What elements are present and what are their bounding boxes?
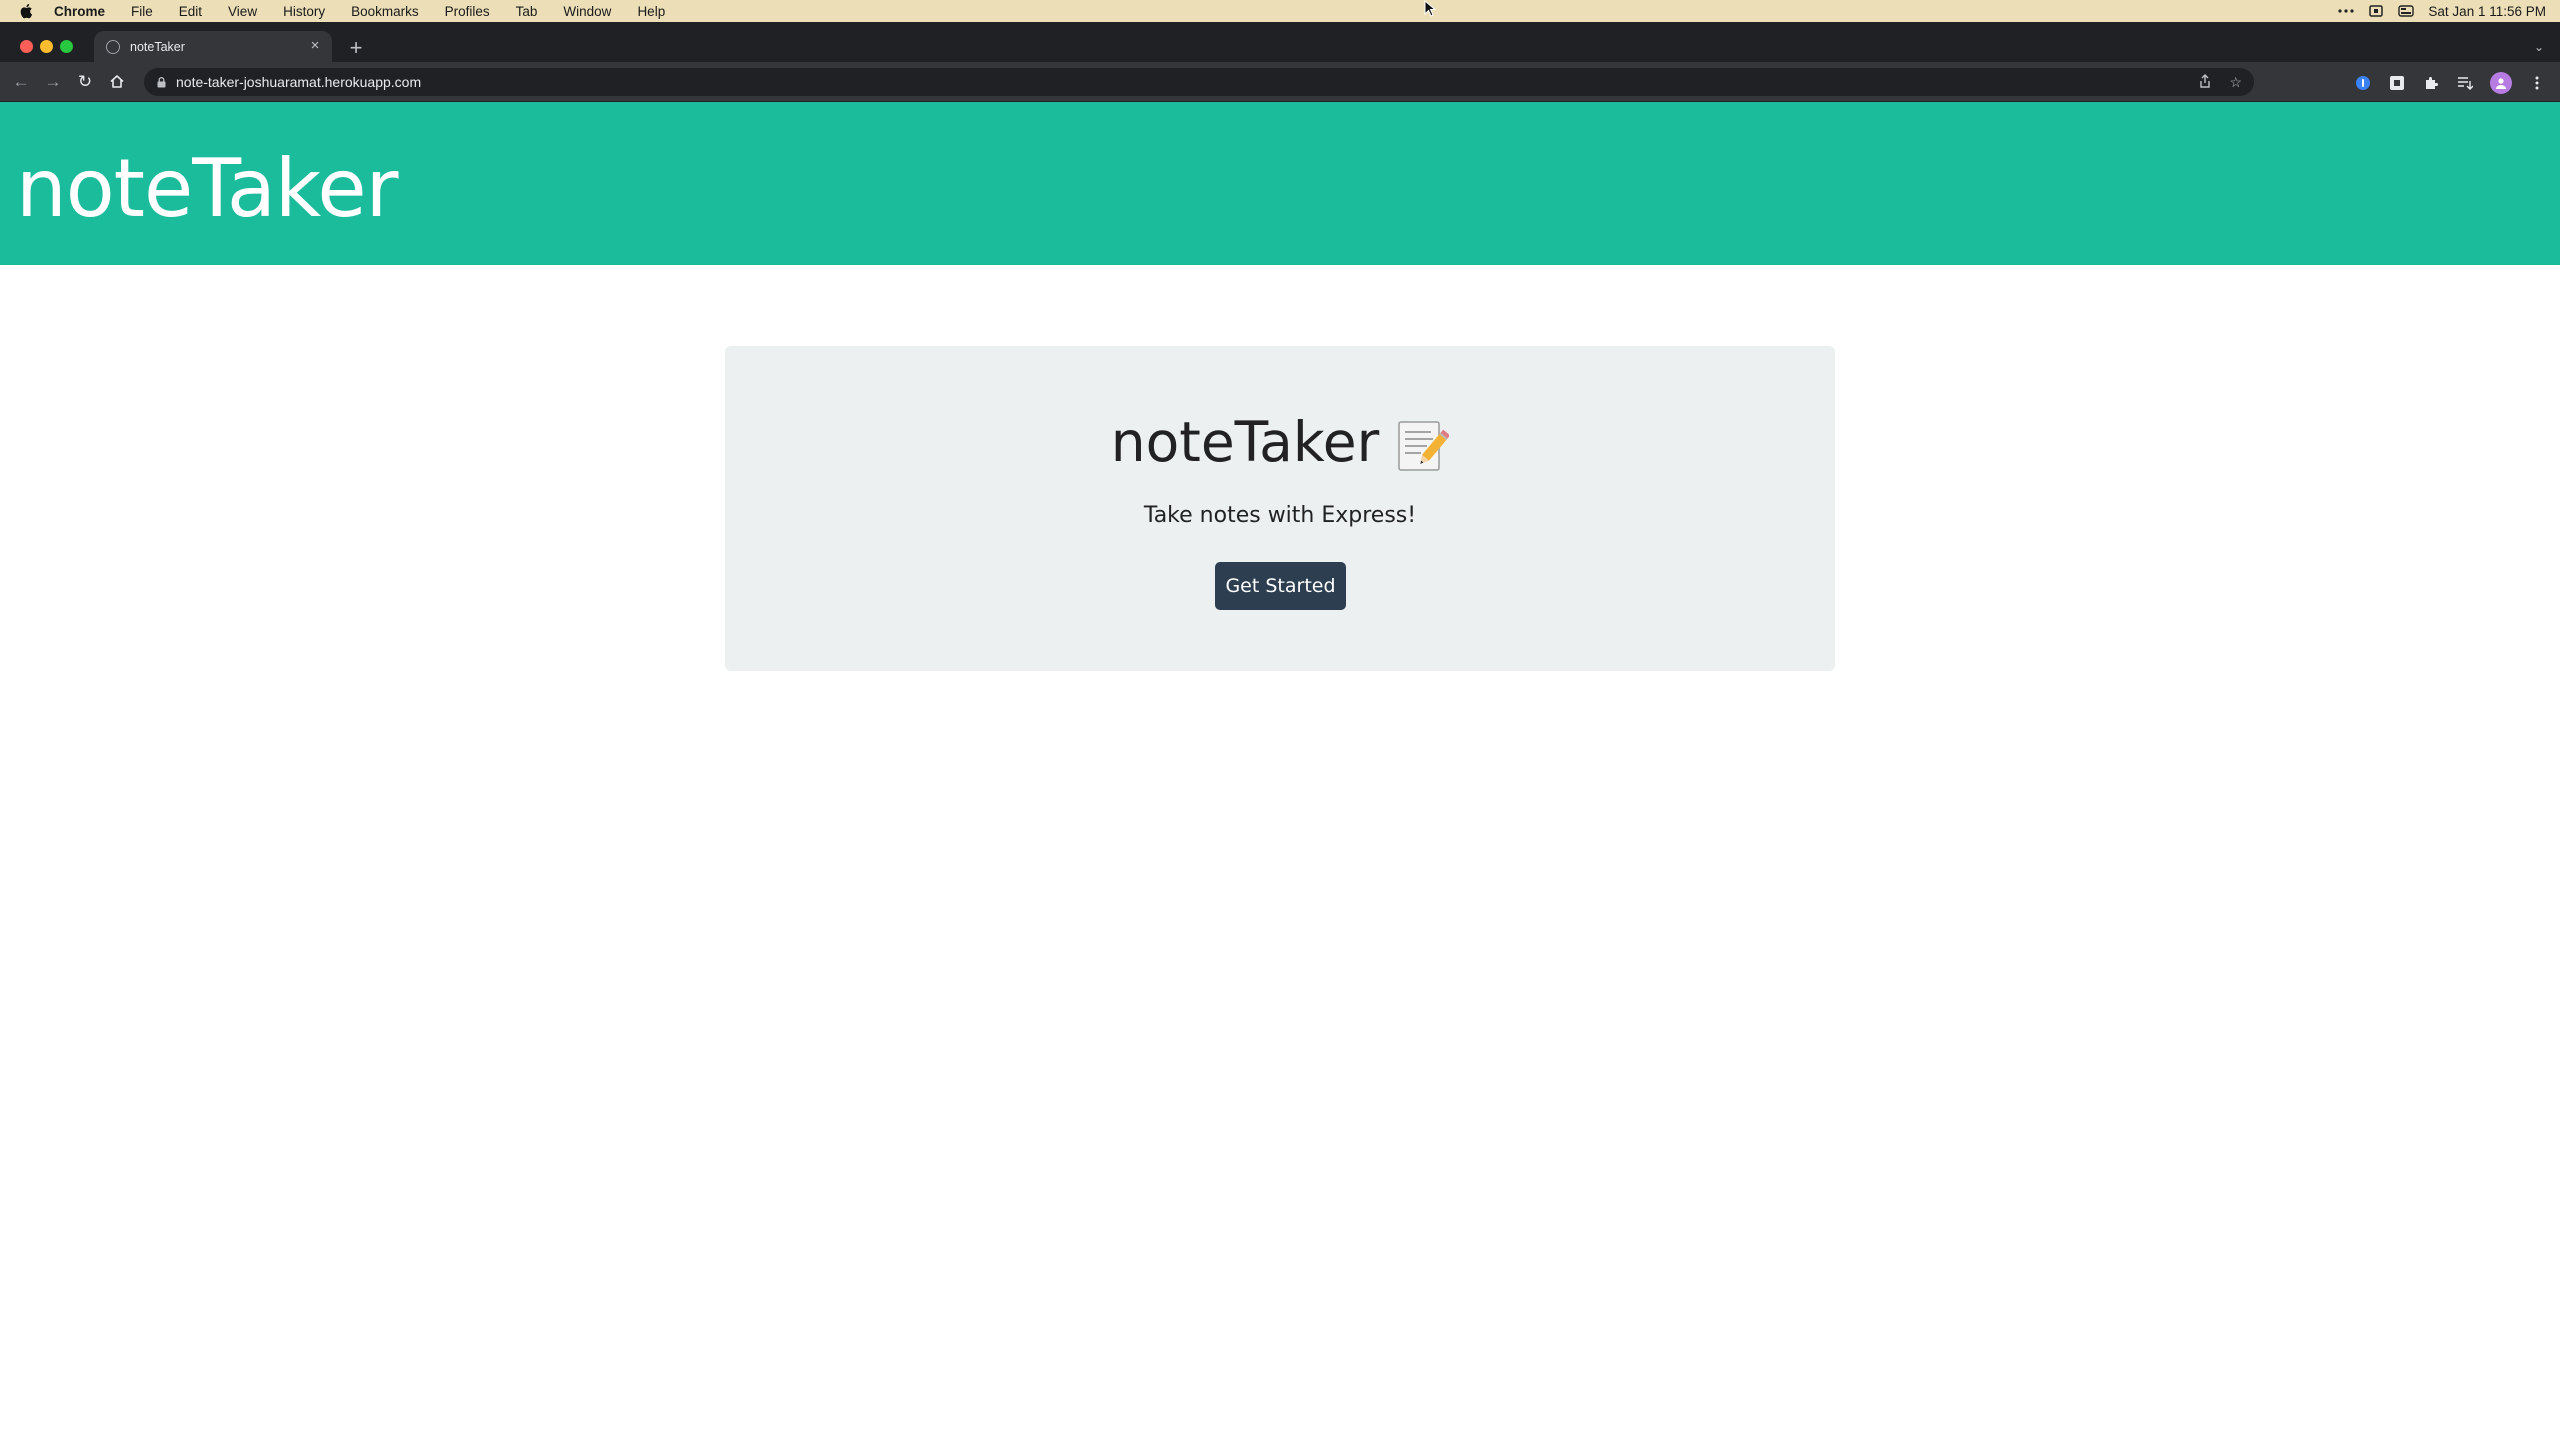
tab-search-chevron-icon[interactable]: ⌄ (2532, 40, 2546, 54)
back-arrow-icon[interactable]: ← (10, 71, 32, 93)
hero-jumbotron: noteTaker Take notes with Express! Get S… (725, 346, 1835, 671)
menu-app-chrome[interactable]: Chrome (54, 4, 105, 19)
forward-arrow-icon[interactable]: → (42, 71, 64, 93)
extensions-puzzle-icon[interactable] (2422, 74, 2440, 92)
new-tab-plus-icon[interactable]: + (346, 37, 366, 59)
reading-list-icon[interactable] (2456, 74, 2474, 92)
minimize-window-button[interactable] (40, 40, 53, 53)
menu-tab[interactable]: Tab (516, 4, 538, 19)
web-page-viewport: noteTaker noteTaker Take notes with Expr… (0, 102, 2560, 1440)
profile-avatar[interactable] (2490, 72, 2512, 94)
home-icon[interactable] (106, 71, 128, 93)
bookmark-star-icon[interactable]: ☆ (2229, 74, 2242, 91)
browser-tab-strip: noteTaker × + ⌄ (0, 22, 2560, 62)
extension-icons (2354, 72, 2546, 94)
screen-record-icon[interactable] (2368, 5, 2384, 17)
omnibox-actions: ☆ (2199, 74, 2242, 91)
globe-favicon-icon (106, 39, 120, 54)
app-navbar: noteTaker (0, 102, 2560, 265)
address-bar[interactable]: note-taker-joshuaramat.herokuapp.com ☆ (144, 68, 2254, 96)
navbar-brand[interactable]: noteTaker (16, 142, 398, 235)
browser-tab-active[interactable]: noteTaker × (94, 31, 332, 62)
menu-bookmarks[interactable]: Bookmarks (351, 4, 419, 19)
menu-bar-clock[interactable]: Sat Jan 1 11:56 PM (2428, 4, 2546, 19)
menu-bar-status-area: Sat Jan 1 11:56 PM (2338, 0, 2546, 22)
menu-help[interactable]: Help (637, 4, 665, 19)
window-controls (0, 40, 80, 54)
memo-pencil-icon (1393, 418, 1451, 474)
mouse-cursor-icon (1424, 0, 1437, 18)
hero-title-row: noteTaker (725, 410, 1835, 474)
menu-profiles[interactable]: Profiles (445, 4, 490, 19)
browser-toolbar: ← → ↻ note-taker-joshuaramat.herokuapp.c… (0, 62, 2560, 102)
apple-logo-icon[interactable] (18, 3, 34, 19)
chrome-menu-kebab-icon[interactable] (2528, 74, 2546, 92)
fullscreen-window-button[interactable] (60, 40, 73, 53)
hero-subtitle: Take notes with Express! (1143, 503, 1417, 528)
extension-square-icon[interactable] (2388, 74, 2406, 92)
menu-edit[interactable]: Edit (179, 4, 202, 19)
more-dots-icon[interactable] (2338, 5, 2355, 17)
menu-history[interactable]: History (283, 4, 325, 19)
share-icon[interactable] (2199, 74, 2211, 91)
close-window-button[interactable] (20, 40, 33, 53)
macos-menu-bar: Chrome File Edit View History Bookmarks … (0, 0, 2560, 22)
menu-window[interactable]: Window (563, 4, 611, 19)
tab-title: noteTaker (130, 39, 185, 54)
control-center-icon[interactable] (2398, 5, 2415, 17)
menu-view[interactable]: View (228, 4, 257, 19)
get-started-button[interactable]: Get Started (1215, 562, 1346, 610)
menu-file[interactable]: File (131, 4, 153, 19)
hero-title: noteTaker (1110, 410, 1380, 474)
url-text[interactable]: note-taker-joshuaramat.herokuapp.com (176, 74, 421, 90)
close-tab-icon[interactable]: × (308, 38, 322, 53)
password-manager-extension-icon[interactable] (2354, 74, 2372, 92)
lock-icon[interactable] (156, 76, 166, 88)
reload-icon[interactable]: ↻ (74, 71, 96, 93)
